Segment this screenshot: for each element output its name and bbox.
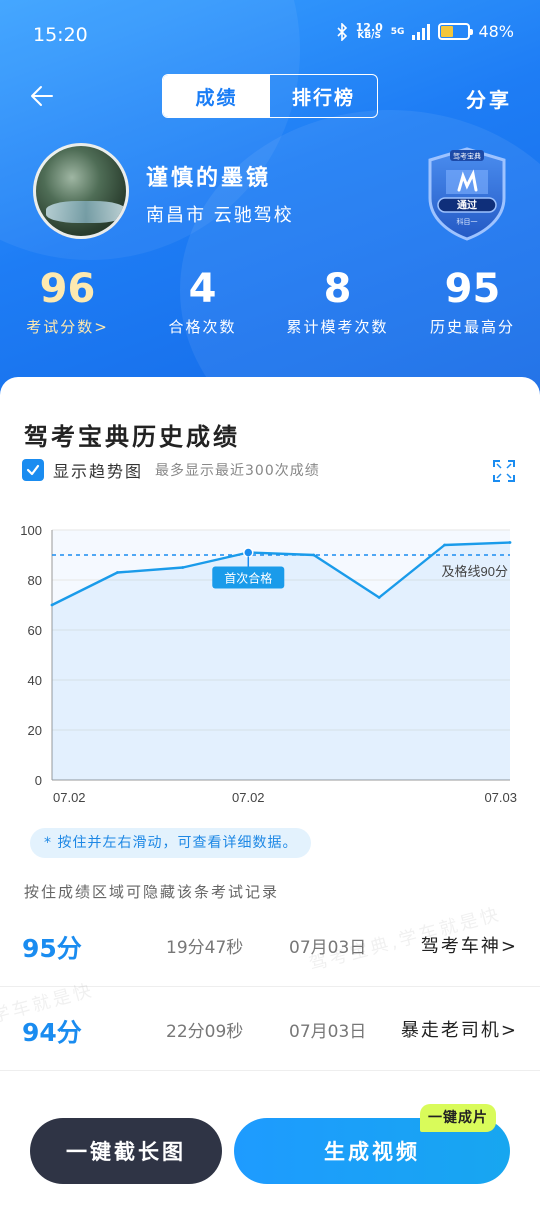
badge-subject: 科目一 (457, 217, 478, 226)
stat-label: 历史最高分 (429, 318, 515, 336)
tab-scores[interactable]: 成绩 (163, 75, 270, 117)
record-duration: 22分09秒 (166, 1022, 244, 1042)
checkbox-checked-icon[interactable] (22, 459, 44, 481)
share-button[interactable]: 分享 (466, 84, 512, 113)
battery-icon (438, 23, 474, 40)
record-date: 07月03日 (289, 1022, 367, 1042)
chart-pass-line-label: 及格线90分 (442, 564, 508, 579)
status-icons: 12.0 KB/S 5G 48% (336, 22, 514, 41)
trend-note: 最多显示最近300次成绩 (155, 463, 320, 479)
chart-y-tick-label: 60 (28, 623, 42, 638)
badge-brand: 驾考宝典 (453, 152, 481, 161)
record-duration: 19分47秒 (166, 938, 244, 958)
stat-label: 累计模考次数 (286, 318, 389, 336)
chart-y-tick-label: 80 (28, 573, 42, 588)
net-speed: 12.0 KB/S (355, 20, 383, 41)
swipe-hint: * 按住并左右滑动，可查看详细数据。 (30, 828, 312, 858)
record-title[interactable]: 暴走老司机> (401, 1016, 518, 1042)
battery-percent: 48% (478, 22, 514, 41)
chart-data-point (116, 571, 119, 574)
stat-value: 8 (323, 266, 352, 312)
chart-first-pass-point (243, 547, 254, 558)
chart-data-point (443, 543, 446, 547)
trend-label: 显示趋势图 (53, 462, 144, 481)
fullscreen-icon[interactable] (492, 459, 516, 483)
chart-y-tick-label: 40 (28, 673, 42, 688)
chart-x-tick-label: 07.02 (53, 790, 86, 805)
chart-y-tick-label: 0 (35, 773, 42, 788)
chart-annotation-label: 首次合格 (224, 571, 272, 586)
tab-switcher: 成绩 排行榜 (162, 74, 378, 118)
long-screenshot-button[interactable]: 一键截长图 (30, 1118, 222, 1184)
stat-label: 合格次数 (168, 318, 237, 336)
chart-data-point (508, 541, 512, 544)
stat-pass-count: 4 合格次数 (135, 264, 270, 344)
user-name: 谨慎的墨镜 (146, 166, 272, 191)
history-title: 驾考宝典历史成绩 (24, 423, 240, 451)
avatar[interactable] (33, 143, 129, 239)
back-arrow-icon[interactable] (28, 82, 56, 110)
network-type: 5G (390, 26, 405, 37)
stat-mock-count: 8 累计模考次数 (270, 264, 405, 344)
badge-text: 通过 (457, 199, 477, 212)
chart-y-tick-label: 100 (20, 523, 42, 538)
record-score: 95分 (22, 934, 82, 963)
pass-badge-icon: 驾考宝典 通过 科目一 (428, 147, 506, 241)
stat-value: 4 (188, 266, 217, 312)
stat-label: 考试分数> (26, 318, 109, 336)
status-bar: 15:20 12.0 KB/S 5G 48% (0, 0, 540, 70)
trend-toggle[interactable]: 显示趋势图 最多显示最近300次成绩 (22, 458, 320, 482)
hide-record-tip: 按住成绩区域可隐藏该条考试记录 (24, 883, 280, 901)
bluetooth-icon (337, 22, 347, 41)
chart-x-tick-label: 07.02 (232, 790, 265, 805)
stat-value: 95 (444, 266, 501, 312)
stat-best-score: 95 历史最高分 (405, 264, 540, 344)
top-nav: 成绩 排行榜 分享 (0, 72, 540, 120)
score-trend-chart[interactable]: 0 20 40 60 80 100 及格线90分 首次合格 07.02 07.02 07.03 (0, 512, 540, 812)
chart-data-point (312, 553, 316, 557)
chart-data-point (50, 603, 54, 607)
stat-exam-score[interactable]: 96 考试分数> (0, 264, 135, 344)
stats-row: 96 考试分数> 4 合格次数 8 累计模考次数 95 历史最高分 (0, 264, 540, 344)
chart-data-point (377, 596, 381, 599)
history-card: 驾考宝典历史成绩 显示趋势图 最多显示最近300次成绩 0 20 40 60 80 100… (0, 377, 540, 1206)
chart-x-tick-label: 07.03 (484, 790, 517, 805)
user-location: 南昌市 云驰驾校 (146, 205, 294, 226)
status-time: 15:20 (33, 24, 88, 46)
chart-y-tick-label: 20 (28, 723, 42, 738)
stat-value: 96 (39, 266, 96, 312)
signal-icon (412, 23, 431, 40)
video-tag-badge: 一键成片 (420, 1104, 496, 1132)
tab-ranking[interactable]: 排行榜 (270, 75, 377, 117)
chart-data-point (181, 566, 185, 569)
